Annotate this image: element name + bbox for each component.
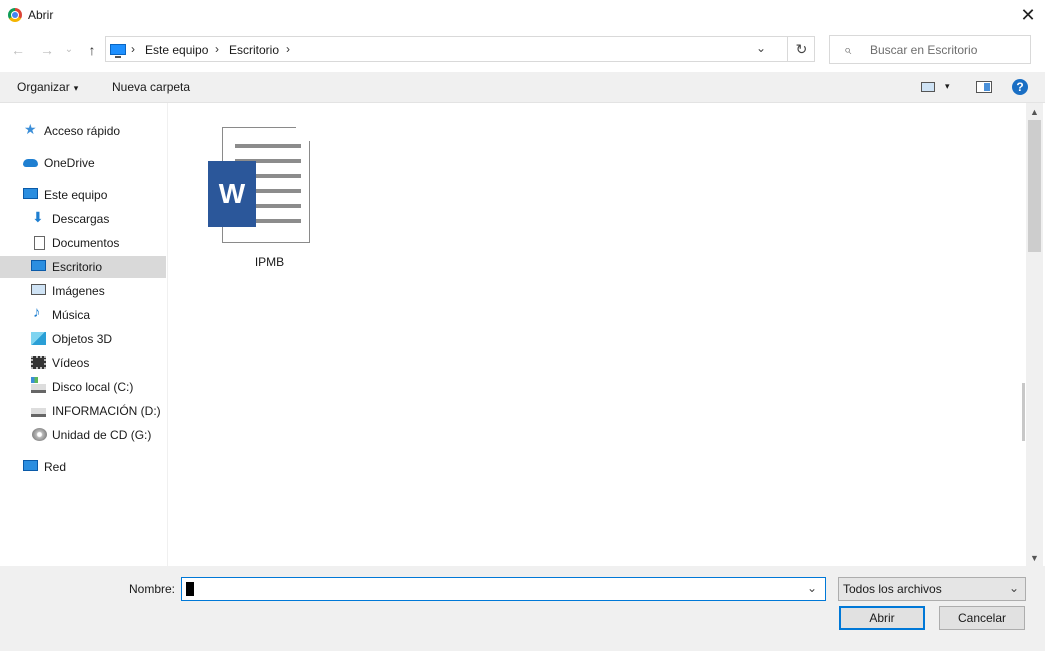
file-type-value: Todos los archivos	[843, 582, 942, 596]
music-note-icon	[31, 304, 46, 321]
organize-caret-icon: ▾	[73, 83, 79, 93]
sidebar-item-label: Descargas	[52, 212, 110, 226]
downloads-arrow-icon	[32, 209, 47, 226]
desktop-icon	[31, 260, 46, 271]
pictures-icon	[31, 284, 46, 295]
sidebar-item-disco-local-c[interactable]: Disco local (C:)	[0, 376, 166, 398]
text-line	[235, 144, 301, 148]
sidebar-item-label: Red	[44, 460, 67, 474]
sidebar-item-videos[interactable]: Vídeos	[0, 352, 166, 374]
sidebar-item-onedrive[interactable]: OneDrive	[0, 152, 166, 174]
pane-resize-handle[interactable]	[1022, 383, 1025, 441]
network-icon	[23, 460, 38, 471]
cube-3d-icon	[31, 332, 46, 345]
preview-pane-icon[interactable]	[976, 81, 992, 93]
breadcrumb-separator: ›	[215, 42, 219, 56]
cloud-icon	[23, 159, 38, 167]
file-type-select[interactable]: Todos los archivos ⌄	[838, 577, 1026, 601]
file-name: IPMB	[254, 255, 285, 269]
new-folder-button[interactable]: Nueva carpeta	[112, 80, 190, 94]
sidebar-item-musica[interactable]: Música	[0, 304, 166, 326]
up-arrow-icon[interactable]: ↑	[83, 40, 101, 60]
sidebar-item-label: Objetos 3D	[52, 332, 113, 346]
breadcrumb-separator[interactable]: ›	[286, 42, 290, 56]
sidebar-item-unidad-cd-g[interactable]: Unidad de CD (G:)	[0, 424, 166, 446]
scroll-up-arrow-icon[interactable]: ▲	[1026, 105, 1043, 119]
address-bar[interactable]: › Este equipo › Escritorio › ⌄ ↻	[105, 36, 815, 62]
documents-icon	[34, 236, 45, 250]
file-name-input[interactable]: ⌄	[181, 577, 826, 601]
text-cursor	[186, 582, 194, 596]
breadcrumb-escritorio[interactable]: Escritorio	[229, 43, 279, 57]
scroll-thumb[interactable]	[1028, 120, 1041, 252]
sidebar-item-informacion-d[interactable]: INFORMACIÓN (D:)	[0, 400, 166, 422]
chevron-down-icon: ⌄	[1009, 581, 1020, 595]
close-button[interactable]: ✕	[1014, 2, 1042, 28]
search-input[interactable]: ⌕ Buscar en Escritorio	[829, 35, 1031, 64]
refresh-icon[interactable]: ↻	[787, 37, 815, 61]
sidebar-item-label: INFORMACIÓN (D:)	[52, 404, 161, 418]
file-list: W IPMB	[168, 103, 1026, 566]
change-view-icon[interactable]	[921, 82, 935, 92]
drive-icon	[31, 408, 46, 417]
quick-access-star-icon	[24, 121, 39, 138]
chrome-icon	[8, 8, 22, 22]
sidebar-item-label: Acceso rápido	[44, 124, 121, 138]
file-name-label: Nombre:	[129, 582, 176, 596]
title-bar: Abrir ✕	[0, 0, 1045, 30]
search-placeholder: Buscar en Escritorio	[870, 43, 978, 57]
cd-drive-icon	[32, 428, 47, 441]
scroll-down-arrow-icon[interactable]: ▼	[1026, 551, 1043, 565]
sidebar-item-objetos-3d[interactable]: Objetos 3D	[0, 328, 166, 350]
sidebar-item-escritorio[interactable]: Escritorio	[0, 256, 166, 278]
breadcrumb-este-equipo[interactable]: Este equipo	[145, 43, 208, 57]
sidebar-item-descargas[interactable]: Descargas	[0, 208, 166, 230]
recent-locations-chevron-icon[interactable]: ⌄	[62, 40, 76, 60]
sidebar-item-este-equipo[interactable]: Este equipo	[0, 184, 166, 206]
sidebar-item-label: Vídeos	[52, 356, 90, 370]
help-icon[interactable]: ?	[1012, 79, 1028, 95]
search-icon: ⌕	[844, 42, 852, 57]
sidebar-item-documentos[interactable]: Documentos	[0, 232, 166, 254]
organize-button[interactable]: Organizar ▾	[17, 80, 78, 94]
dialog-footer: Nombre: ⌄ Todos los archivos ⌄ Abrir Can…	[0, 566, 1045, 651]
sidebar-item-imagenes[interactable]: Imágenes	[0, 280, 166, 302]
organize-label: Organizar	[17, 80, 70, 94]
sidebar-item-label: Este equipo	[44, 188, 108, 202]
cancel-button[interactable]: Cancelar	[939, 606, 1025, 630]
sidebar-item-label: Imágenes	[52, 284, 105, 298]
sidebar-item-label: Escritorio	[52, 260, 103, 274]
word-badge: W	[208, 161, 256, 227]
view-options-caret-icon[interactable]: ▾	[945, 81, 950, 92]
forward-arrow-icon[interactable]: →	[38, 40, 56, 60]
computer-icon	[23, 188, 38, 199]
sidebar-item-label: Documentos	[52, 236, 120, 250]
file-item[interactable]: W IPMB	[206, 123, 316, 273]
navigation-pane: Acceso rápido OneDrive Este equipo Desca…	[0, 103, 168, 566]
vertical-scrollbar[interactable]: ▲ ▼	[1026, 103, 1043, 566]
sidebar-item-red[interactable]: Red	[0, 456, 166, 478]
address-dropdown-chevron-icon[interactable]: ⌄	[756, 41, 766, 55]
breadcrumb-separator: ›	[131, 42, 135, 56]
film-icon	[31, 356, 46, 369]
system-drive-icon	[31, 377, 46, 393]
computer-icon	[110, 44, 126, 58]
file-name-history-chevron-icon[interactable]: ⌄	[807, 581, 817, 595]
sidebar-item-label: OneDrive	[44, 156, 95, 170]
sidebar-item-label: Unidad de CD (G:)	[52, 428, 152, 442]
open-button[interactable]: Abrir	[839, 606, 925, 630]
sidebar-item-label: Disco local (C:)	[52, 380, 134, 394]
window-title: Abrir	[28, 8, 54, 22]
command-toolbar: Organizar ▾ Nueva carpeta ▾ ?	[0, 72, 1045, 103]
sidebar-item-label: Música	[52, 308, 91, 322]
back-arrow-icon[interactable]: ←	[9, 40, 27, 60]
sidebar-item-acceso-rapido[interactable]: Acceso rápido	[0, 120, 166, 142]
